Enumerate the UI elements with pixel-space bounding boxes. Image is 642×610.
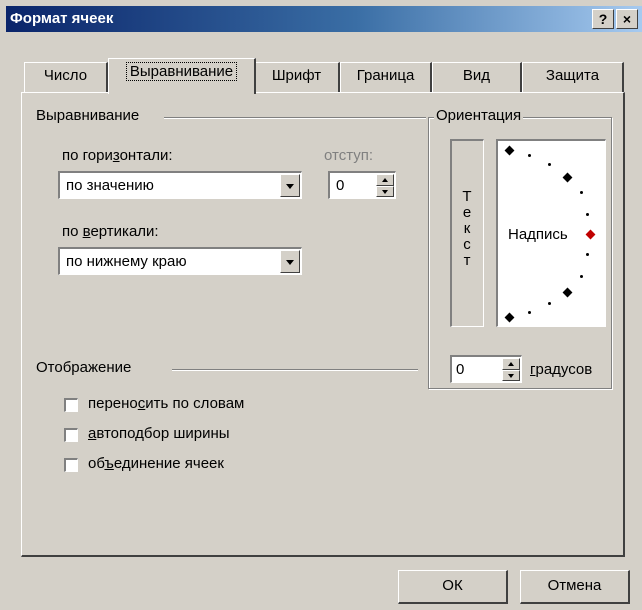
alignment-group-label: Выравнивание (36, 107, 140, 124)
autofit-label[interactable]: автоподбор ширины (88, 425, 230, 442)
help-button[interactable]: ? (592, 9, 614, 29)
spin-up-button[interactable] (502, 358, 520, 370)
vertical-align-combo[interactable]: по нижнему краю (58, 247, 302, 275)
tab-font[interactable]: Шрифт (254, 62, 340, 92)
inscription-text: Надпись (508, 226, 568, 243)
alignment-divider (164, 117, 426, 119)
degrees-spinner[interactable]: 0 (450, 355, 522, 383)
orientation-dot (580, 275, 583, 278)
vertical-text: Т е к с т (462, 188, 472, 269)
spin-down-button[interactable] (502, 369, 520, 381)
arrow-down-icon (382, 189, 388, 194)
merge-cells-label[interactable]: объединение ячеек (88, 455, 224, 472)
wrap-text-checkbox[interactable] (64, 398, 78, 412)
orientation-dot (548, 302, 551, 305)
tab-border[interactable]: Граница (340, 62, 432, 92)
arrow-down-icon (508, 373, 514, 378)
merge-cells-checkbox[interactable] (64, 458, 78, 472)
wrap-text-label[interactable]: переносить по словам (88, 395, 244, 412)
horizontal-align-value: по значению (66, 177, 154, 194)
orientation-marker-90 (504, 145, 515, 156)
title-bar: Формат ячеек ? × (6, 6, 642, 32)
orientation-marker-minus45 (562, 287, 573, 298)
indent-spinner[interactable]: 0 (328, 171, 396, 199)
orientation-marker-current (585, 229, 596, 240)
spin-down-button[interactable] (376, 185, 394, 197)
indent-value: 0 (336, 177, 345, 194)
format-cells-dialog: Формат ячеек ? × Число Шрифт Граница Вид… (0, 0, 642, 610)
arrow-up-icon (382, 178, 388, 182)
orientation-dot (586, 253, 589, 256)
degrees-label: градусов (530, 361, 593, 378)
chevron-down-icon (286, 260, 294, 265)
tab-protection[interactable]: Защита (522, 62, 624, 92)
alignment-panel: Выравнивание по горизонтали: отступ: по … (21, 92, 625, 557)
vertical-dropdown-button[interactable] (280, 250, 300, 273)
indent-spin-buttons[interactable] (376, 174, 394, 197)
degrees-value: 0 (456, 361, 465, 378)
chevron-down-icon (286, 184, 294, 189)
indent-label: отступ: (324, 147, 374, 164)
orientation-dial[interactable]: Надпись (496, 139, 606, 327)
horizontal-label: по горизонтали: (62, 147, 173, 164)
horizontal-dropdown-button[interactable] (280, 174, 300, 197)
display-group-label: Отображение (36, 359, 132, 376)
vertical-text-box[interactable]: Т е к с т (450, 139, 484, 327)
window-title: Формат ячеек (10, 10, 114, 27)
spin-up-button[interactable] (376, 174, 394, 186)
orientation-marker-45 (562, 172, 573, 183)
arrow-up-icon (508, 362, 514, 366)
tab-number[interactable]: Число (24, 62, 108, 92)
tab-alignment[interactable]: Выравнивание (108, 58, 256, 94)
cancel-button[interactable]: Отмена (520, 570, 630, 604)
close-button[interactable]: × (616, 9, 638, 29)
orientation-marker-minus90 (504, 312, 515, 323)
orientation-group-label: Ориентация (434, 107, 524, 124)
orientation-dot (548, 163, 551, 166)
orientation-dot (528, 311, 531, 314)
degrees-spin-buttons[interactable] (502, 358, 520, 381)
vertical-align-value: по нижнему краю (66, 253, 187, 270)
autofit-checkbox[interactable] (64, 428, 78, 442)
orientation-dot (580, 191, 583, 194)
display-divider (172, 369, 418, 371)
ok-button[interactable]: ОК (398, 570, 508, 604)
tab-view[interactable]: Вид (432, 62, 522, 92)
orientation-dot (586, 213, 589, 216)
orientation-dot (528, 154, 531, 157)
vertical-label: по вертикали: (62, 223, 159, 240)
horizontal-align-combo[interactable]: по значению (58, 171, 302, 199)
